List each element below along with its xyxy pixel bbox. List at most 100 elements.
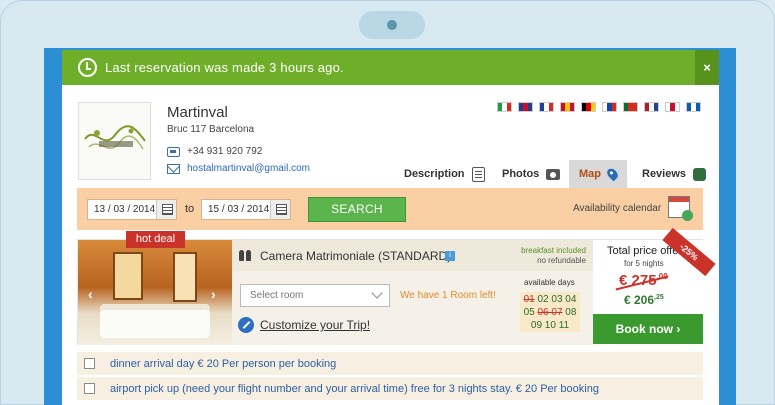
search-bar: 13 / 03 / 2014 to 15 / 03 / 2014 SEARCH … bbox=[77, 188, 703, 230]
camera-lens bbox=[387, 20, 397, 30]
guests-icon bbox=[239, 250, 253, 262]
photo-window bbox=[113, 252, 143, 300]
tab-photos-label: Photos bbox=[502, 168, 540, 180]
tab-map-label: Map bbox=[579, 168, 601, 180]
italian-flag-icon[interactable] bbox=[497, 102, 512, 112]
available-days: 09 10 11 bbox=[530, 320, 570, 331]
wrench-icon bbox=[238, 317, 254, 333]
flag-stripe bbox=[548, 103, 553, 111]
refund-label: no refundable bbox=[537, 256, 586, 265]
new-price-amount: € 206 bbox=[624, 293, 655, 307]
flag-stripe bbox=[674, 103, 679, 111]
extra-label: airport pick up (need your flight number… bbox=[110, 382, 599, 395]
chevron-down-icon bbox=[371, 287, 383, 299]
room-title: Camera Matrimoniale (STANDARD) bbox=[260, 249, 452, 263]
room-photo[interactable]: ‹ › bbox=[78, 240, 232, 345]
days-row: 05 06 07 08 bbox=[520, 306, 580, 319]
close-icon[interactable]: × bbox=[695, 50, 719, 85]
customize-trip-link[interactable]: Customize your Trip! bbox=[238, 317, 370, 333]
spanish-flag-icon[interactable] bbox=[560, 102, 575, 112]
russian-flag-icon[interactable] bbox=[602, 102, 617, 112]
hotel-email: hostalmartinval@gmail.com bbox=[167, 163, 310, 174]
extra-option-dinner[interactable]: dinner arrival day € 20 Per person per b… bbox=[77, 352, 703, 375]
room-title-row: Camera Matrimoniale (STANDARD) i breakfa… bbox=[232, 240, 593, 271]
new-price: € 206,25 bbox=[624, 293, 664, 307]
english-flag-icon[interactable] bbox=[518, 102, 533, 112]
dutch-flag-icon[interactable] bbox=[644, 102, 659, 112]
reservation-notice-bar: Last reservation was made 3 hours ago. × bbox=[62, 50, 719, 85]
tab-reviews[interactable]: Reviews bbox=[642, 160, 707, 188]
flag-stripe bbox=[695, 103, 700, 111]
french-flag-icon[interactable] bbox=[539, 102, 554, 112]
phone-icon bbox=[167, 146, 180, 157]
extra-checkbox[interactable] bbox=[84, 383, 95, 394]
available-days: 05 bbox=[523, 307, 535, 318]
meal-info: breakfast included no refundable bbox=[521, 246, 586, 266]
tab-description-label: Description bbox=[404, 168, 465, 180]
flag-stripe bbox=[632, 103, 637, 111]
photo-bed bbox=[100, 310, 210, 338]
customize-trip-label: Customize your Trip! bbox=[260, 318, 371, 332]
checkin-date-value: 13 / 03 / 2014 bbox=[94, 204, 156, 215]
language-selector bbox=[497, 102, 701, 112]
hot-deal-badge: hot deal bbox=[126, 231, 185, 248]
checkin-date-input[interactable]: 13 / 03 / 2014 bbox=[87, 199, 177, 220]
available-days-label: available days bbox=[524, 278, 575, 287]
photo-window bbox=[173, 252, 197, 302]
flag-stripe bbox=[611, 103, 616, 111]
checkout-date-value: 15 / 03 / 2014 bbox=[208, 204, 270, 215]
select-room-dropdown[interactable]: Select room bbox=[240, 284, 390, 307]
next-photo-icon[interactable]: › bbox=[211, 286, 216, 302]
info-icon[interactable]: i bbox=[445, 251, 455, 261]
breakfast-label: breakfast included bbox=[521, 246, 586, 255]
flag-stripe bbox=[506, 103, 511, 111]
available-days-grid: 01 02 03 04 05 06 07 08 09 10 11 bbox=[520, 292, 580, 332]
hotel-logo bbox=[78, 102, 151, 180]
email-link[interactable]: hostalmartinval@gmail.com bbox=[187, 163, 310, 174]
hotel-name: Martinval bbox=[167, 104, 228, 121]
document-icon bbox=[471, 166, 485, 182]
calendar-icon[interactable] bbox=[156, 200, 176, 219]
extra-option-airport-pickup[interactable]: airport pick up (need your flight number… bbox=[77, 377, 703, 400]
german-flag-icon[interactable] bbox=[581, 102, 596, 112]
camera-icon bbox=[359, 11, 425, 39]
date-separator: to bbox=[185, 203, 195, 215]
flag-stripe bbox=[653, 103, 658, 111]
greek-flag-icon[interactable] bbox=[686, 102, 701, 112]
extra-checkbox[interactable] bbox=[84, 358, 95, 369]
room-info: Camera Matrimoniale (STANDARD) i breakfa… bbox=[232, 240, 593, 345]
days-row: 09 10 11 bbox=[520, 319, 580, 332]
prev-photo-icon[interactable]: ‹ bbox=[88, 286, 93, 302]
hotel-address: Bruc 117 Barcelona bbox=[167, 124, 255, 135]
extra-label: dinner arrival day € 20 Per person per b… bbox=[110, 357, 337, 370]
days-row: 01 02 03 04 bbox=[520, 293, 580, 306]
mail-icon bbox=[167, 163, 180, 174]
flag-stripe bbox=[590, 103, 595, 111]
book-now-button[interactable]: Book now › bbox=[593, 314, 703, 344]
unavailable-day: 01 bbox=[523, 294, 535, 305]
tab-description[interactable]: Description bbox=[404, 160, 485, 188]
clock-icon bbox=[78, 58, 97, 77]
tab-photos[interactable]: Photos bbox=[502, 160, 561, 188]
price-box: Total price offer for 5 nights € 275,00 … bbox=[593, 227, 716, 345]
available-days: 02 03 04 bbox=[537, 294, 577, 305]
new-price-cents: ,25 bbox=[654, 294, 664, 301]
checkout-date-input[interactable]: 15 / 03 / 2014 bbox=[201, 199, 291, 220]
japanese-flag-icon[interactable] bbox=[665, 102, 680, 112]
price-nights: for 5 nights bbox=[624, 259, 664, 268]
unavailable-day: 06 07 bbox=[537, 307, 563, 318]
calendar-icon[interactable] bbox=[270, 200, 290, 219]
phone-number: +34 931 920 792 bbox=[187, 146, 263, 157]
flag-stripe bbox=[569, 103, 574, 111]
availability-calendar-icon[interactable] bbox=[668, 196, 693, 221]
search-button[interactable]: SEARCH bbox=[308, 197, 406, 222]
room-card: ‹ › hot deal Camera Matrimoniale (STANDA… bbox=[77, 227, 716, 345]
map-pin-icon bbox=[605, 166, 620, 182]
rooms-left-text: We have 1 Room left! bbox=[400, 290, 496, 301]
available-days: 08 bbox=[565, 307, 577, 318]
tab-map[interactable]: Map bbox=[569, 160, 627, 188]
camera-icon bbox=[546, 168, 561, 180]
availability-calendar-link[interactable]: Availability calendar bbox=[573, 203, 661, 214]
portuguese-flag-icon[interactable] bbox=[623, 102, 638, 112]
flag-stripe bbox=[527, 103, 532, 111]
